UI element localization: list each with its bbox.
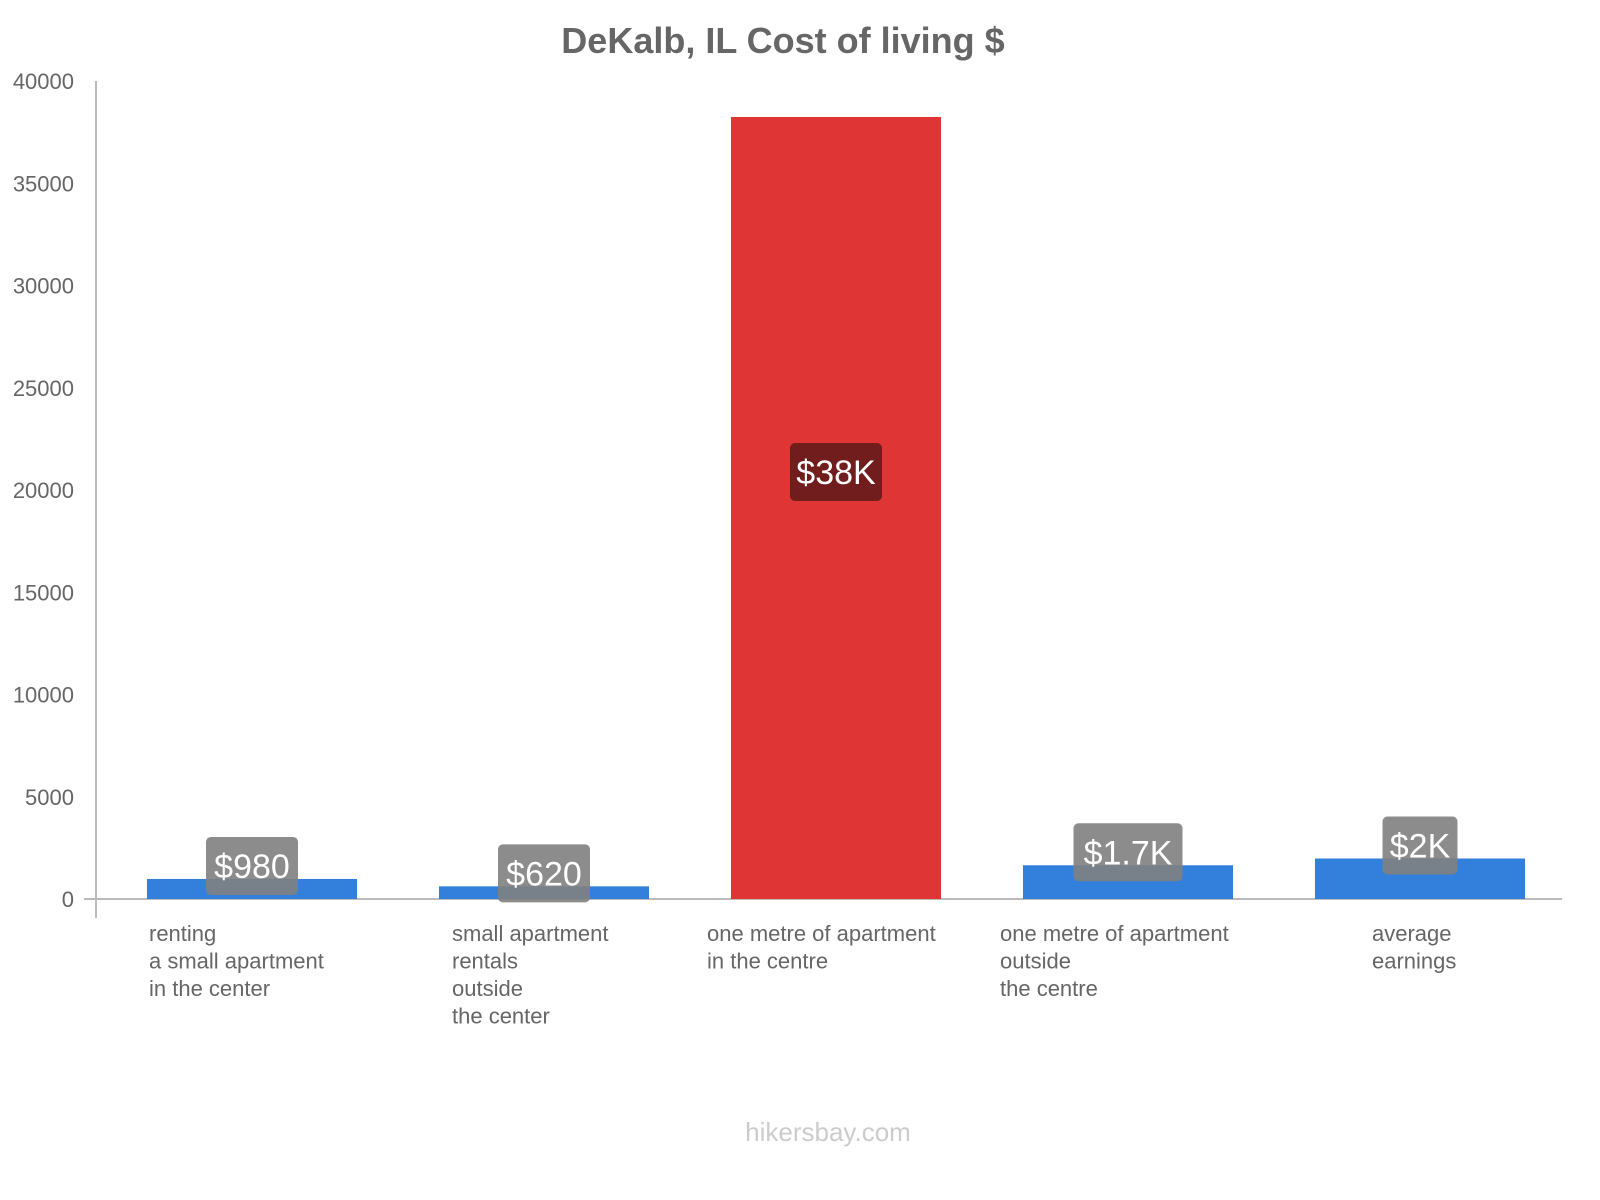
x-tick-label: small apartment <box>452 921 609 946</box>
data-label: $38K <box>796 454 876 492</box>
data-label: $1.7K <box>1084 834 1173 872</box>
y-tick-label: 40000 <box>13 69 74 94</box>
x-tick-label: the centre <box>1000 976 1098 1001</box>
x-tick-label: renting <box>149 921 216 946</box>
x-tick-label: a small apartment <box>149 949 324 974</box>
data-label: $620 <box>506 855 582 893</box>
x-tick-label: in the centre <box>707 949 828 974</box>
x-tick-label: outside <box>1000 949 1071 974</box>
bar-chart: DeKalb, IL Cost of living $ 0 5000 10000 15… <box>13 20 1562 1147</box>
x-tick-label: one metre of apartment <box>707 921 936 946</box>
y-tick-label: 35000 <box>13 171 74 196</box>
y-tick-label: 30000 <box>13 274 74 299</box>
data-label: $2K <box>1390 828 1451 866</box>
data-label: $980 <box>214 848 290 886</box>
chart-title: DeKalb, IL Cost of living $ <box>561 20 1004 61</box>
x-tick-label: the center <box>452 1004 550 1029</box>
bar <box>731 116 941 899</box>
x-axis-labels: renting a small apartmentin the center sma… <box>149 921 1456 1029</box>
x-tick-label: rentals <box>452 949 518 974</box>
watermark: hikersbay.com <box>745 1117 911 1147</box>
y-tick-label: 15000 <box>13 580 74 605</box>
y-tick-label: 5000 <box>25 785 74 810</box>
x-tick-label: average <box>1372 921 1452 946</box>
x-tick-label: outside <box>452 976 523 1001</box>
bars: $980 $620 $38K $1.7K $2K <box>147 116 1525 903</box>
x-tick-label: earnings <box>1372 949 1456 974</box>
y-tick-label: 10000 <box>13 683 74 708</box>
y-tick-label: 25000 <box>13 376 74 401</box>
y-tick-label: 0 <box>62 887 74 912</box>
x-tick-label: in the center <box>149 976 270 1001</box>
x-tick-label: one metre of apartment <box>1000 921 1229 946</box>
y-tick-label: 20000 <box>13 478 74 503</box>
